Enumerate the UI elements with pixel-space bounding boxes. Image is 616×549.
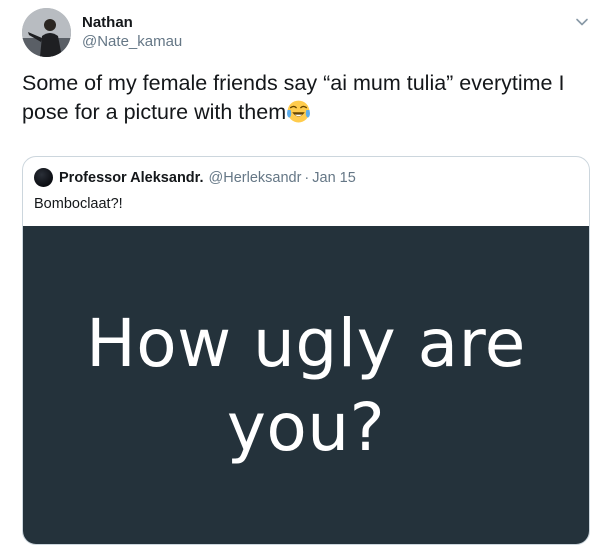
quoted-author-avatar xyxy=(34,168,53,187)
chevron-down-icon[interactable] xyxy=(574,14,590,30)
media-caption: How ugly are you? xyxy=(86,302,526,470)
tweet-body: Some of my female friends say “ai mum tu… xyxy=(22,69,602,127)
author-names: Nathan @Nate_kamau xyxy=(82,14,182,52)
media-caption-line-1: How ugly are xyxy=(86,304,526,382)
avatar-photo-icon xyxy=(22,8,71,57)
author-handle[interactable]: @Nate_kamau xyxy=(82,33,182,52)
quoted-author-display-name: Professor Aleksandr. xyxy=(59,169,204,186)
quoted-media-image[interactable]: How ugly are you? xyxy=(23,226,589,544)
tweet-card: Nathan @Nate_kamau Some of my female fri… xyxy=(0,0,616,549)
author-avatar[interactable] xyxy=(22,8,71,57)
media-caption-line-2: you? xyxy=(226,388,386,466)
quoted-author-handle: @Herleksandr xyxy=(208,169,302,186)
author-display-name[interactable]: Nathan xyxy=(82,14,182,33)
quoted-tweet-text: Bomboclaat?! xyxy=(34,196,123,212)
quoted-tweet-header: Professor Aleksandr. @Herleksandr · Jan … xyxy=(34,168,356,187)
tears-of-joy-emoji-icon xyxy=(287,100,311,123)
quoted-tweet-date: Jan 15 xyxy=(312,169,356,186)
quoted-separator: · xyxy=(304,169,310,186)
tweet-header: Nathan @Nate_kamau xyxy=(22,8,182,57)
quoted-tweet[interactable]: Professor Aleksandr. @Herleksandr · Jan … xyxy=(22,156,590,545)
